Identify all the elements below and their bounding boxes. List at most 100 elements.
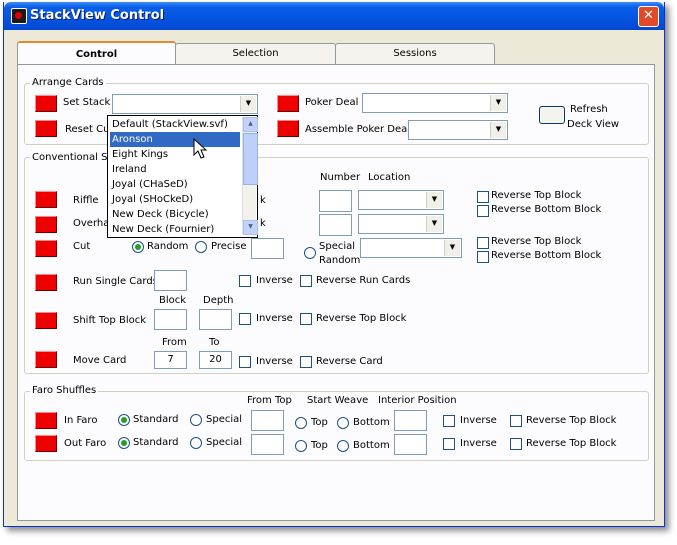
set-stack-combo[interactable]: ▼	[112, 94, 258, 114]
set-stack-button[interactable]	[35, 95, 57, 112]
cut-special-combo[interactable]: ▼	[360, 238, 462, 258]
tab-selection[interactable]: Selection	[175, 43, 336, 64]
set-stack-dropdown-list[interactable]: Default (StackView.svf) Aronson Eight Ki…	[107, 115, 258, 238]
reverse-card-label: Reverse Card	[316, 356, 383, 367]
chevron-down-icon[interactable]: ▼	[426, 192, 442, 208]
poker-deal-button[interactable]	[277, 95, 299, 112]
in-faro-from-top-field[interactable]	[251, 410, 284, 431]
cut-precise-radio[interactable]	[195, 241, 207, 253]
overhand-location-combo[interactable]: ▼	[358, 214, 444, 234]
cut-special-random-radio[interactable]	[304, 247, 316, 259]
shift-top-block-label: Shift Top Block	[73, 315, 147, 326]
chevron-down-icon[interactable]: ▼	[490, 122, 506, 138]
cut-reverse-top-block-checkbox[interactable]	[477, 237, 489, 249]
special-label: Special	[319, 241, 356, 252]
dropdown-scrollbar[interactable]: ▲ ▼	[242, 117, 258, 235]
shift-inverse-checkbox[interactable]	[239, 313, 251, 325]
riffle-number-field[interactable]	[319, 190, 352, 212]
out-faro-from-top-field[interactable]	[251, 434, 284, 455]
chevron-down-icon[interactable]: ▼	[444, 240, 460, 256]
out-faro-bottom-label: Bottom	[353, 440, 390, 451]
move-card-button[interactable]	[35, 351, 57, 368]
in-faro-standard-radio[interactable]	[118, 414, 130, 426]
assemble-poker-deal-combo[interactable]: ▼	[408, 120, 508, 140]
scroll-down-icon[interactable]: ▼	[243, 220, 258, 235]
assemble-poker-deal-button[interactable]	[277, 120, 299, 137]
run-single-cards-field[interactable]	[154, 270, 187, 291]
list-item[interactable]: Joyal (CHaSeD)	[110, 177, 240, 192]
chevron-down-icon[interactable]: ▼	[490, 95, 506, 111]
list-item[interactable]: Eight Kings	[110, 147, 240, 162]
close-icon[interactable]: ✕	[638, 6, 659, 27]
in-faro-top-label: Top	[311, 417, 328, 428]
mouse-cursor-icon	[193, 138, 208, 159]
riffle-location-combo[interactable]: ▼	[358, 190, 444, 210]
chevron-down-icon[interactable]: ▼	[240, 96, 256, 112]
move-inverse-label: Inverse	[256, 356, 293, 367]
move-from-field[interactable]: 7	[154, 351, 187, 369]
from-top-header: From Top	[247, 395, 292, 406]
list-item[interactable]: Joyal (SHoCkeD)	[110, 192, 240, 207]
out-faro-special-radio[interactable]	[190, 437, 202, 449]
in-faro-reverse-top-block-checkbox[interactable]	[510, 415, 522, 427]
shift-block-field[interactable]	[154, 309, 187, 330]
title-bar[interactable]: StackView Control ✕	[4, 2, 664, 30]
list-item[interactable]: New Deck (Fournier)	[110, 222, 240, 237]
app-icon	[11, 8, 27, 24]
cut-random-label: Random	[147, 241, 189, 252]
out-faro-top-radio[interactable]	[295, 440, 307, 452]
in-faro-standard-label: Standard	[133, 414, 179, 425]
in-faro-special-radio[interactable]	[190, 414, 202, 426]
tab-sessions[interactable]: Sessions	[335, 43, 495, 64]
run-single-cards-button[interactable]	[35, 274, 57, 291]
move-inverse-checkbox[interactable]	[239, 356, 251, 368]
reverse-top-block-checkbox[interactable]	[477, 191, 489, 203]
scroll-thumb[interactable]	[243, 133, 258, 185]
shift-inverse-label: Inverse	[256, 313, 293, 324]
list-item[interactable]: New Deck (Bicycle)	[110, 207, 240, 222]
in-faro-special-label: Special	[206, 414, 243, 425]
poker-deal-combo[interactable]: ▼	[362, 93, 508, 113]
refresh-deck-view-button[interactable]	[539, 106, 565, 124]
out-faro-button[interactable]	[35, 435, 57, 452]
shift-reverse-top-block-checkbox[interactable]	[300, 313, 312, 325]
overhand-button[interactable]	[35, 216, 57, 233]
overhand-number-field[interactable]	[319, 214, 352, 236]
list-item[interactable]: Default (StackView.svf)	[110, 117, 240, 132]
out-faro-inverse-checkbox[interactable]	[443, 438, 455, 450]
shift-depth-field[interactable]	[199, 309, 232, 330]
cut-button[interactable]	[35, 240, 57, 257]
reset-cum-button[interactable]	[35, 120, 57, 137]
out-faro-interior-position-field[interactable]	[394, 434, 427, 455]
random-label: Random	[319, 255, 361, 266]
in-faro-interior-position-field[interactable]	[394, 410, 427, 431]
tab-control[interactable]: Control	[17, 41, 176, 66]
chevron-down-icon[interactable]: ▼	[426, 216, 442, 232]
shift-reverse-top-block-label: Reverse Top Block	[316, 313, 407, 324]
in-faro-inverse-checkbox[interactable]	[443, 415, 455, 427]
reverse-card-checkbox[interactable]	[300, 356, 312, 368]
shift-top-block-button[interactable]	[35, 312, 57, 329]
cut-precise-field[interactable]	[251, 238, 284, 259]
list-item-selected[interactable]: Aronson	[110, 132, 240, 147]
cut-reverse-top-block-label: Reverse Top Block	[491, 236, 582, 247]
deck-view-label: Deck View	[567, 119, 620, 130]
cut-reverse-bottom-block-label: Reverse Bottom Block	[491, 250, 602, 261]
scroll-up-icon[interactable]: ▲	[243, 117, 258, 132]
reverse-run-cards-label: Reverse Run Cards	[316, 275, 411, 286]
reverse-run-cards-checkbox[interactable]	[300, 275, 312, 287]
reverse-top-block-label: Reverse Top Block	[491, 190, 582, 201]
move-to-field[interactable]: 20	[199, 351, 232, 369]
out-faro-reverse-top-block-checkbox[interactable]	[510, 438, 522, 450]
in-faro-top-radio[interactable]	[295, 417, 307, 429]
out-faro-standard-radio[interactable]	[118, 437, 130, 449]
in-faro-bottom-radio[interactable]	[337, 417, 349, 429]
in-faro-button[interactable]	[35, 412, 57, 429]
reverse-bottom-block-checkbox[interactable]	[477, 205, 489, 217]
out-faro-bottom-radio[interactable]	[337, 440, 349, 452]
run-inverse-checkbox[interactable]	[239, 275, 251, 287]
list-item[interactable]: Ireland	[110, 162, 240, 177]
cut-random-radio[interactable]	[132, 241, 144, 253]
riffle-button[interactable]	[35, 191, 57, 208]
cut-reverse-bottom-block-checkbox[interactable]	[477, 251, 489, 263]
